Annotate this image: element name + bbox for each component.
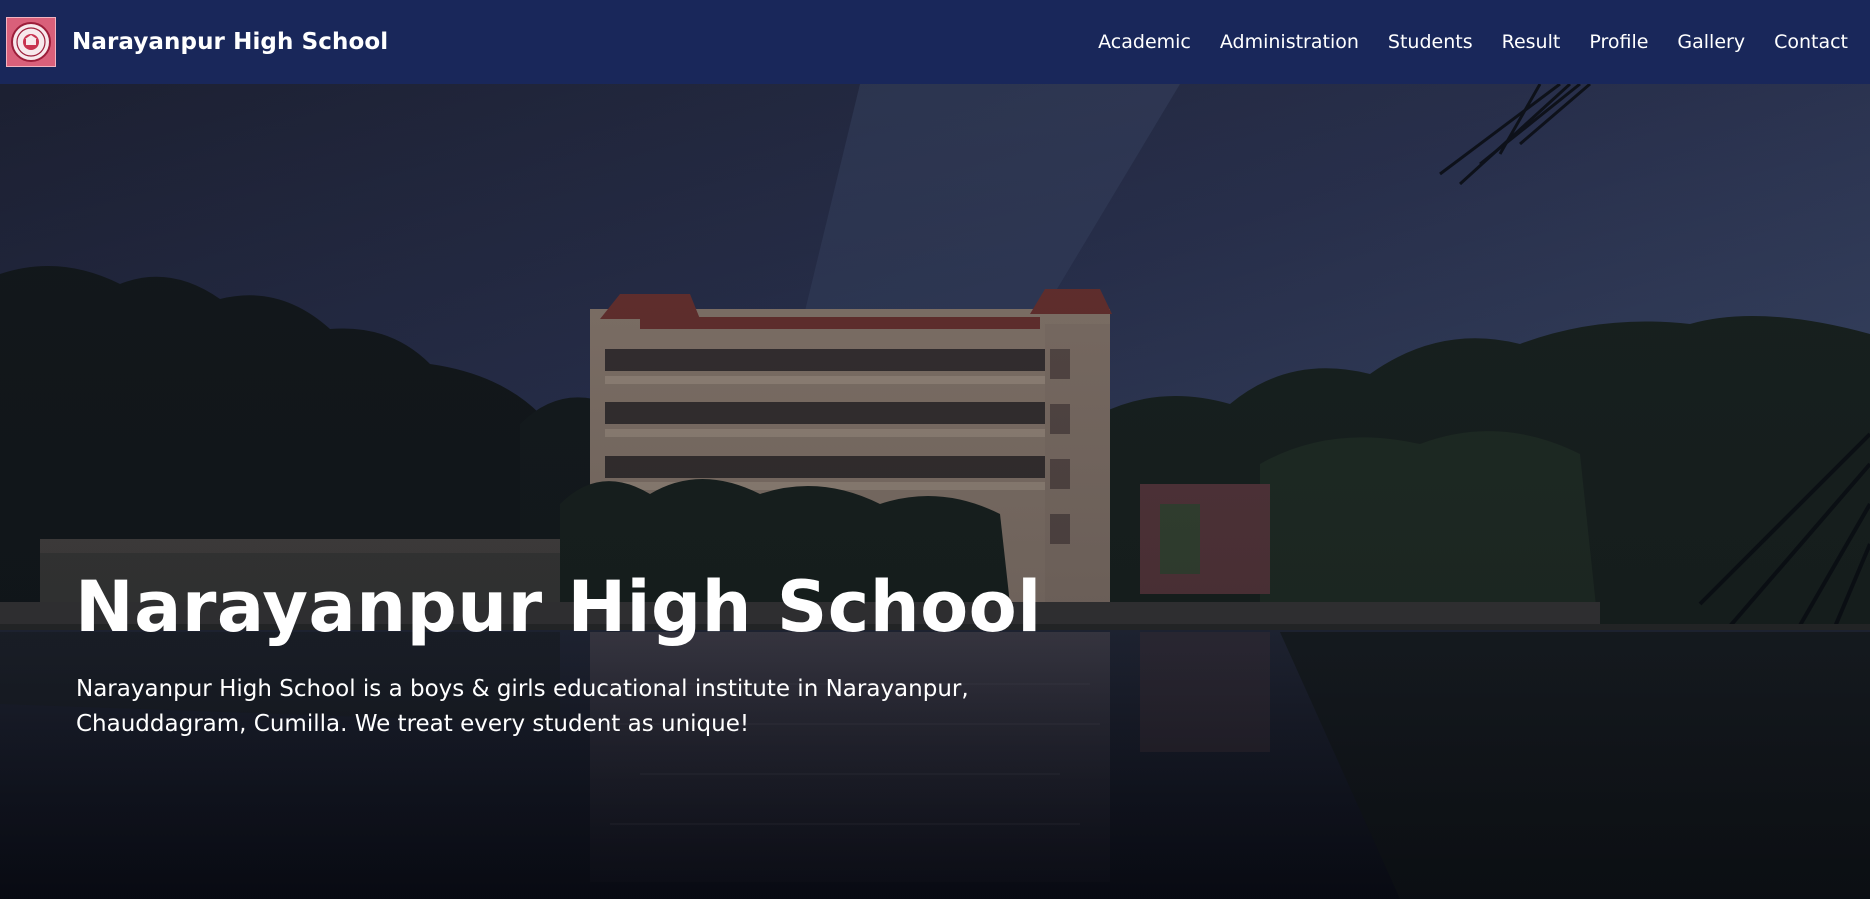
top-navbar: Narayanpur High School Academic Administ…	[0, 0, 1870, 84]
nav-item-academic[interactable]: Academic	[1098, 31, 1191, 53]
school-crest-icon	[6, 17, 56, 67]
page: Narayanpur High School Academic Administ…	[0, 0, 1870, 899]
hero-section	[0, 84, 1870, 899]
nav-menu: Academic Administration Students Result …	[1069, 0, 1848, 84]
nav-item-profile[interactable]: Profile	[1589, 31, 1648, 53]
hero-dark-overlay	[0, 84, 1870, 899]
nav-item-administration[interactable]: Administration	[1220, 31, 1359, 53]
nav-item-gallery[interactable]: Gallery	[1677, 31, 1745, 53]
hero-title: Narayanpur High School	[75, 566, 1042, 648]
nav-item-result[interactable]: Result	[1502, 31, 1561, 53]
brand-home-link[interactable]: Narayanpur High School	[0, 17, 388, 67]
brand-name: Narayanpur High School	[72, 29, 389, 55]
nav-item-contact[interactable]: Contact	[1774, 31, 1848, 53]
hero-description: Narayanpur High School is a boys & girls…	[76, 676, 969, 737]
nav-item-students[interactable]: Students	[1388, 31, 1473, 53]
